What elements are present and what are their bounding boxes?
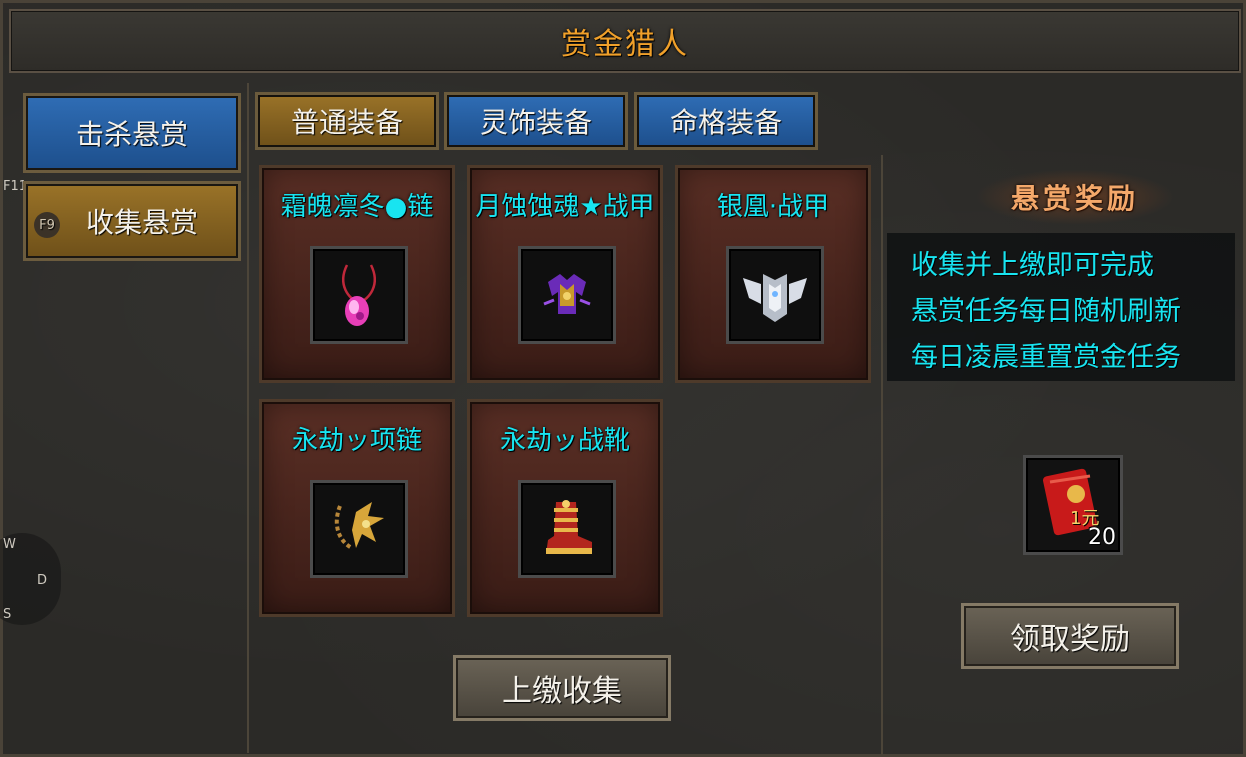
item-card[interactable]: 永劫ッ项链 [259, 399, 455, 617]
info-line: 悬赏任务每日随机刷新 [911, 296, 1181, 327]
sidebar-item-kill-bounty[interactable]: 击杀悬赏 [23, 93, 241, 173]
item-card[interactable]: 银凰·战甲 [675, 165, 871, 383]
sidebar-item-label: 收集悬赏 [85, 206, 198, 239]
item-name: 永劫ッ战靴 [499, 426, 630, 456]
item-name: 霜魄凛冬●链 [280, 192, 434, 222]
reward-count: 20 [1088, 525, 1116, 550]
button-label: 领取奖励 [1010, 622, 1130, 657]
reward-header: 悬赏奖励 [975, 169, 1175, 225]
item-slot[interactable] [726, 246, 824, 344]
item-name: 月蚀蚀魂★战甲 [475, 192, 655, 222]
necklace-pink-gem-icon [342, 264, 376, 326]
tab-fate-equipment[interactable]: 命格装备 [634, 92, 818, 150]
sidebar: 击杀悬赏 F9 收集悬赏 [13, 83, 249, 753]
window-title: 赏金猎人 [561, 27, 689, 62]
reward-info-box: 收集并上缴即可完成 悬赏任务每日随机刷新 每日凌晨重置赏金任务 [887, 233, 1235, 381]
tab-normal-equipment[interactable]: 普通装备 [255, 92, 439, 150]
armor-silver-wings-icon [743, 274, 807, 322]
title-bar: 赏金猎人 [9, 9, 1241, 73]
armor-purple-icon [543, 274, 591, 314]
necklace-gold-icon [334, 502, 384, 550]
item-slot[interactable] [518, 480, 616, 578]
item-name: 永劫ッ项链 [291, 426, 422, 456]
tab-label: 普通装备 [290, 106, 403, 139]
hotkey-badge: F9 [34, 212, 60, 238]
reward-panel: 悬赏奖励 收集并上缴即可完成 悬赏任务每日随机刷新 每日凌晨重置赏金任务 1元 … [885, 155, 1237, 755]
boots-gold-red-icon [546, 500, 592, 554]
tab-label: 灵饰装备 [479, 106, 592, 139]
tab-spirit-equipment[interactable]: 灵饰装备 [444, 92, 628, 150]
item-slot[interactable] [518, 246, 616, 344]
sidebar-item-collect-bounty[interactable]: F9 收集悬赏 [23, 181, 241, 261]
item-card[interactable]: 永劫ッ战靴 [467, 399, 663, 617]
submit-collection-button[interactable]: 上缴收集 [453, 655, 671, 721]
edge-key-s: S [3, 607, 12, 622]
bounty-hunter-window: 赏金猎人 F11 W D S 击杀悬赏 F9 收集悬赏 普通装备 灵饰装备 命格… [0, 0, 1246, 757]
item-slot[interactable] [310, 246, 408, 344]
button-label: 上缴收集 [502, 674, 622, 709]
sidebar-item-label: 击杀悬赏 [75, 118, 188, 151]
reward-header-label: 悬赏奖励 [1010, 182, 1139, 215]
item-card[interactable]: 霜魄凛冬●链 [259, 165, 455, 383]
item-name: 银凰·战甲 [716, 192, 830, 222]
item-slot[interactable] [310, 480, 408, 578]
info-line: 收集并上缴即可完成 [911, 250, 1154, 281]
info-line: 每日凌晨重置赏金任务 [911, 342, 1181, 373]
item-grid-panel: 霜魄凛冬●链 月蚀蚀魂★战甲 银凰·战甲 永劫ッ项链 永劫ッ战靴 上缴收集 [251, 155, 883, 755]
tab-label: 命格装备 [669, 106, 782, 139]
claim-reward-button[interactable]: 领取奖励 [961, 603, 1179, 669]
reward-item-slot[interactable]: 1元 20 [1023, 455, 1123, 555]
item-card[interactable]: 月蚀蚀魂★战甲 [467, 165, 663, 383]
